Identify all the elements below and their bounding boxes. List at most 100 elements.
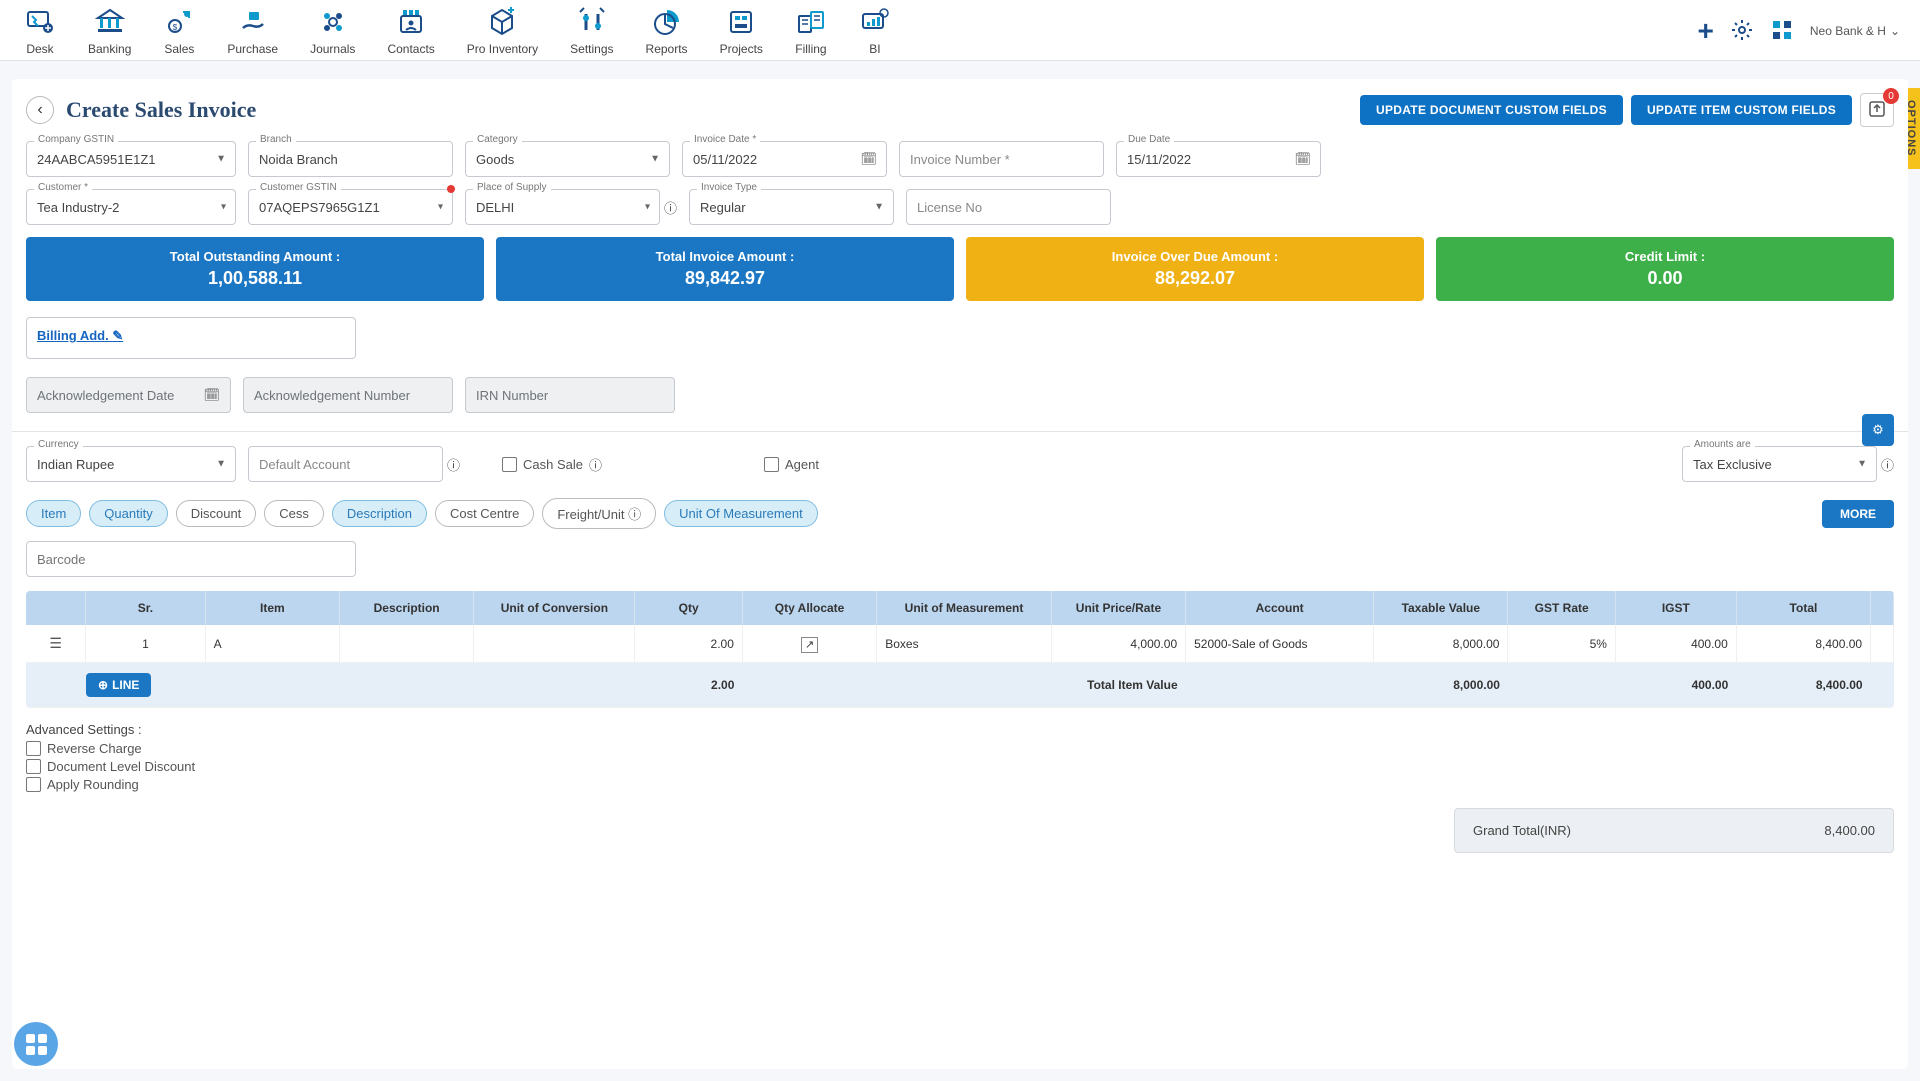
cell-rate[interactable]: 4,000.00 <box>1051 625 1185 663</box>
nav-desk[interactable]: Desk <box>20 6 60 56</box>
nav-projects[interactable]: Projects <box>716 6 767 56</box>
amounts-are-select[interactable]: Amounts are ▼ <box>1682 446 1877 482</box>
billing-address-link[interactable]: Billing Add. ✎ <box>37 328 123 344</box>
upload-button[interactable]: 0 <box>1860 93 1894 127</box>
chip-cess[interactable]: Cess <box>264 500 324 527</box>
nav-sales[interactable]: $ Sales <box>159 6 199 56</box>
customer-select[interactable]: Customer * ▾ <box>26 189 236 225</box>
nav-bi[interactable]: BI <box>855 6 895 56</box>
field-label: Invoice Date * <box>690 134 760 145</box>
invoice-date-field[interactable]: Invoice Date * 🗓 <box>682 141 887 177</box>
currency-select[interactable]: Currency ▼ <box>26 446 236 482</box>
nav-journals[interactable]: Journals <box>306 6 359 56</box>
info-icon[interactable]: ⓘ <box>1881 455 1894 474</box>
nav-filling[interactable]: Filling <box>791 6 831 56</box>
th-scroll <box>1871 591 1894 625</box>
apply-rounding-checkbox[interactable]: Apply Rounding <box>26 777 1894 792</box>
cell-uoc[interactable] <box>474 625 635 663</box>
more-button[interactable]: MORE <box>1822 500 1894 528</box>
irn-number-field[interactable]: IRN Number <box>465 377 675 413</box>
ack-number-field[interactable]: Acknowledgement Number <box>243 377 453 413</box>
cell-qty[interactable]: 2.00 <box>635 625 742 663</box>
advanced-title: Advanced Settings : <box>26 722 1894 737</box>
th-sr: Sr. <box>86 591 205 625</box>
bank-icon <box>94 6 126 38</box>
info-icon[interactable]: ⓘ <box>589 455 602 474</box>
amounts-are-value[interactable] <box>1682 446 1877 482</box>
update-doc-fields-button[interactable]: UPDATE DOCUMENT CUSTOM FIELDS <box>1360 95 1623 125</box>
license-no-field[interactable] <box>906 189 1111 225</box>
company-gstin-select[interactable]: Company GSTIN ▼ <box>26 141 236 177</box>
company-selector[interactable]: Neo Bank & H ⌄ <box>1810 24 1900 38</box>
chip-uom[interactable]: Unit Of Measurement <box>664 500 818 527</box>
table-row[interactable]: ☰ 1 A 2.00 ↗ Boxes 4,000.00 52000-Sale o… <box>26 625 1894 663</box>
category-select[interactable]: Category ▼ <box>465 141 670 177</box>
default-account-input[interactable] <box>248 446 443 482</box>
customer-gstin-select[interactable]: Customer GSTIN ▾ <box>248 189 453 225</box>
chip-cost-centre[interactable]: Cost Centre <box>435 500 534 527</box>
category-value[interactable] <box>465 141 670 177</box>
chip-freight[interactable]: Freight/Unit ⓘ <box>542 498 656 529</box>
upload-badge: 0 <box>1883 88 1899 104</box>
chip-description[interactable]: Description <box>332 500 427 527</box>
cell-gst-rate[interactable]: 5% <box>1508 625 1615 663</box>
nav-purchase[interactable]: Purchase <box>223 6 282 56</box>
chip-discount[interactable]: Discount <box>176 500 257 527</box>
invoice-type-select[interactable]: Invoice Type ▼ <box>689 189 894 225</box>
field-label: Amounts are <box>1690 439 1755 450</box>
reverse-charge-checkbox[interactable]: Reverse Charge <box>26 741 1894 756</box>
invoice-date-value[interactable] <box>682 141 887 177</box>
branch-select[interactable]: Branch <box>248 141 453 177</box>
agent-checkbox[interactable]: Agent <box>764 457 819 472</box>
chip-quantity[interactable]: Quantity <box>89 500 167 527</box>
top-nav: Desk Banking $ Sales Purchase Journals C… <box>0 0 1920 61</box>
nav-inventory[interactable]: Pro Inventory <box>463 6 542 56</box>
branch-value[interactable] <box>248 141 453 177</box>
drag-handle[interactable]: ☰ <box>26 625 86 663</box>
open-in-new-icon[interactable]: ↗ <box>801 637 818 653</box>
customer-gstin-value[interactable] <box>248 189 453 225</box>
doc-discount-checkbox[interactable]: Document Level Discount <box>26 759 1894 774</box>
due-date-field[interactable]: Due Date 🗓 <box>1116 141 1321 177</box>
billing-address-box[interactable]: Billing Add. ✎ <box>26 317 356 359</box>
footer-taxable: 8,000.00 <box>1374 663 1508 708</box>
cash-sale-checkbox[interactable]: Cash Sale ⓘ <box>502 455 602 474</box>
field-label: Company GSTIN <box>34 134 118 145</box>
cell-qty-allocate[interactable]: ↗ <box>742 625 876 663</box>
back-button[interactable]: ‹ <box>26 96 54 124</box>
currency-value[interactable] <box>26 446 236 482</box>
nav-contacts[interactable]: Contacts <box>383 6 438 56</box>
global-settings-icon[interactable] <box>1730 18 1754 45</box>
app-launcher-button[interactable] <box>14 1022 58 1066</box>
chip-item[interactable]: Item <box>26 500 81 527</box>
add-new-button[interactable]: + <box>1698 15 1714 47</box>
info-icon[interactable]: ⓘ <box>447 455 460 474</box>
grid-icon <box>26 1034 47 1055</box>
info-icon[interactable]: ⓘ <box>664 198 677 217</box>
cell-description[interactable] <box>339 625 473 663</box>
company-gstin-value[interactable] <box>26 141 236 177</box>
due-date-value[interactable] <box>1116 141 1321 177</box>
place-of-supply-value[interactable] <box>465 189 660 225</box>
apps-icon[interactable] <box>1770 18 1794 45</box>
cell-uom[interactable]: Boxes <box>877 625 1052 663</box>
cell-account[interactable]: 52000-Sale of Goods <box>1186 625 1374 663</box>
ack-date-field[interactable]: Acknowledgement Date 🗓 <box>26 377 231 413</box>
nav-settings[interactable]: Settings <box>566 6 617 56</box>
update-item-fields-button[interactable]: UPDATE ITEM CUSTOM FIELDS <box>1631 95 1852 125</box>
add-line-button[interactable]: ⊕LINE <box>86 673 151 697</box>
place-of-supply-select[interactable]: Place of Supply ▾ <box>465 189 660 225</box>
line-settings-button[interactable]: ⚙ <box>1862 414 1894 446</box>
nav-reports[interactable]: Reports <box>642 6 692 56</box>
customer-value[interactable] <box>26 189 236 225</box>
license-no-input[interactable] <box>906 189 1111 225</box>
nav-banking[interactable]: Banking <box>84 6 135 56</box>
cell-item[interactable]: A <box>205 625 339 663</box>
invoice-number-input[interactable] <box>899 141 1104 177</box>
checkbox-icon <box>502 457 517 472</box>
barcode-input[interactable] <box>26 541 356 577</box>
invoice-number-field[interactable] <box>899 141 1104 177</box>
company-name: Neo Bank & H <box>1810 24 1886 38</box>
invoice-type-value[interactable] <box>689 189 894 225</box>
default-account-select[interactable] <box>248 446 443 482</box>
